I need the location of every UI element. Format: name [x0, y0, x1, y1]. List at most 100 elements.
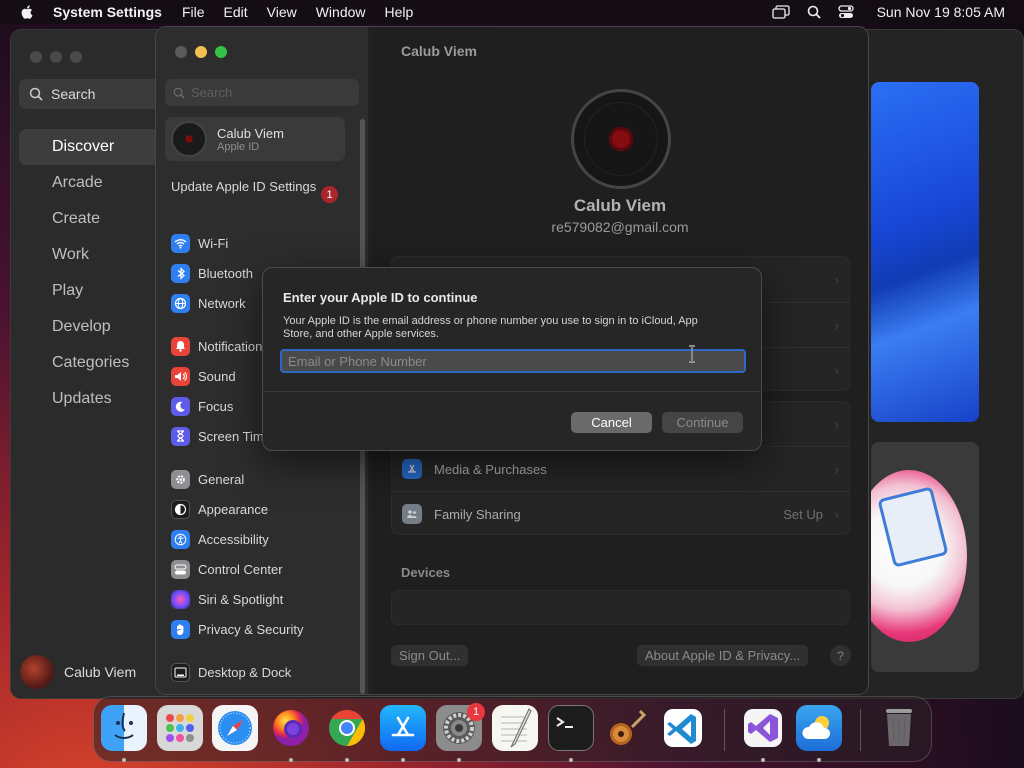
- safari-icon: [218, 711, 252, 745]
- window-controls: [175, 46, 227, 58]
- sidebar-item-notifications[interactable]: Notifications: [171, 335, 269, 357]
- dock-trash[interactable]: [876, 705, 922, 751]
- sidebar-item-control-center[interactable]: Control Center: [171, 558, 283, 580]
- menu-bar-clock[interactable]: Sun Nov 19 8:05 AM: [877, 4, 1005, 20]
- menu-window[interactable]: Window: [316, 4, 366, 20]
- sidebar-item-wifi[interactable]: Wi-Fi: [171, 232, 228, 254]
- siri-icon: [171, 589, 190, 609]
- minimize-button[interactable]: [50, 51, 62, 63]
- screen-mirroring-icon[interactable]: [771, 5, 790, 19]
- dock-textedit[interactable]: [492, 705, 538, 751]
- trash-icon: [886, 709, 912, 746]
- app-store-account[interactable]: Calub Viem: [20, 655, 136, 689]
- menu-view[interactable]: View: [267, 4, 297, 20]
- running-indicator: [122, 758, 126, 762]
- sidebar-item-label: Focus: [198, 398, 234, 414]
- sidebar-item-label: Siri & Spotlight: [198, 591, 284, 607]
- dock-launchpad[interactable]: [157, 705, 203, 751]
- dock-firefox[interactable]: [268, 705, 314, 751]
- menu-edit[interactable]: Edit: [224, 4, 248, 20]
- chrome-icon: [329, 710, 366, 746]
- nav-updates[interactable]: Updates: [19, 381, 169, 417]
- sidebar-item-appearance[interactable]: Appearance: [171, 498, 268, 520]
- dock-instruments[interactable]: [604, 705, 650, 751]
- account-name: Calub Viem: [217, 125, 284, 141]
- sidebar-item-screen-time[interactable]: Screen Time: [171, 425, 271, 447]
- running-indicator: [401, 758, 405, 762]
- nav-categories[interactable]: Categories: [19, 345, 169, 381]
- apple-logo-icon[interactable]: [19, 4, 35, 20]
- sidebar-item-label: Accessibility: [198, 531, 269, 547]
- notification-badge: 1: [467, 703, 485, 721]
- close-button[interactable]: [175, 46, 187, 58]
- dock-terminal[interactable]: [548, 705, 594, 751]
- sidebar-item-desktop-dock[interactable]: Desktop & Dock: [171, 661, 291, 683]
- sidebar-item-sound[interactable]: Sound: [171, 365, 236, 387]
- wifi-icon: [171, 233, 190, 253]
- nav-discover[interactable]: Discover: [19, 129, 169, 165]
- nav-create[interactable]: Create: [19, 201, 169, 237]
- sidebar-item-label: Screen Time: [198, 428, 271, 444]
- featured-artwork-card[interactable]: [871, 82, 979, 422]
- zoom-button[interactable]: [70, 51, 82, 63]
- sidebar-item-bluetooth[interactable]: Bluetooth: [171, 262, 253, 284]
- spotlight-search-icon[interactable]: [807, 5, 821, 19]
- dock-vs-code[interactable]: [660, 705, 706, 751]
- sidebar-item-general[interactable]: General: [171, 468, 244, 490]
- sidebar-item-label: Bluetooth: [198, 265, 253, 281]
- launchpad-icon: [166, 714, 194, 742]
- sidebar-item-label: Wi-Fi: [198, 235, 229, 251]
- settings-search-field[interactable]: Search: [165, 79, 359, 106]
- control-center-icon[interactable]: [837, 5, 854, 19]
- sidebar-item-label: Control Center: [198, 561, 283, 577]
- avatar: [171, 121, 207, 157]
- running-indicator: [345, 758, 349, 762]
- running-indicator: [569, 758, 573, 762]
- menu-file[interactable]: File: [182, 4, 205, 20]
- continue-button[interactable]: Continue: [662, 412, 743, 433]
- featured-app-card[interactable]: [871, 442, 979, 672]
- avatar: [20, 655, 54, 689]
- nav-arcade[interactable]: Arcade: [19, 165, 169, 201]
- active-app-menu[interactable]: System Settings: [53, 4, 162, 20]
- zoom-button[interactable]: [215, 46, 227, 58]
- nav-work[interactable]: Work: [19, 237, 169, 273]
- dock-icon: [171, 662, 190, 682]
- email-or-phone-field[interactable]: [280, 349, 746, 373]
- dock-weather[interactable]: [796, 705, 842, 751]
- cancel-button[interactable]: Cancel: [571, 412, 652, 433]
- app-store-search-field[interactable]: Search: [19, 79, 169, 109]
- dialog-title: Enter your Apple ID to continue: [283, 290, 478, 305]
- sidebar-item-label: General: [198, 471, 245, 487]
- running-indicator: [289, 758, 293, 762]
- bluetooth-icon: [171, 263, 190, 283]
- search-icon: [29, 87, 43, 101]
- vscode-icon: [664, 709, 702, 747]
- sidebar-item-privacy-security[interactable]: Privacy & Security: [171, 618, 303, 640]
- account-subtitle: Apple ID: [217, 140, 260, 153]
- dock-divider: [860, 709, 861, 751]
- sidebar-item-focus[interactable]: Focus: [171, 395, 233, 417]
- dock: 1: [93, 696, 932, 762]
- running-indicator: [817, 758, 821, 762]
- dock-app-store[interactable]: [380, 705, 426, 751]
- sidebar-item-accessibility[interactable]: Accessibility: [171, 528, 269, 550]
- search-placeholder: Search: [191, 85, 233, 100]
- menu-help[interactable]: Help: [385, 4, 414, 20]
- nav-develop[interactable]: Develop: [19, 309, 169, 345]
- sidebar-item-network[interactable]: Network: [171, 292, 246, 314]
- sidebar-item-siri-spotlight[interactable]: Siri & Spotlight: [171, 588, 283, 610]
- hourglass-icon: [171, 426, 190, 446]
- visual-studio-icon: [744, 709, 782, 747]
- nav-play[interactable]: Play: [19, 273, 169, 309]
- sidebar-item-label: Network: [198, 295, 246, 311]
- dock-safari[interactable]: [212, 705, 258, 751]
- close-button[interactable]: [30, 51, 42, 63]
- dock-visual-studio[interactable]: [740, 705, 786, 751]
- minimize-button[interactable]: [195, 46, 207, 58]
- dock-chrome[interactable]: [324, 705, 370, 751]
- sidebar-item-update-apple-id[interactable]: Update Apple ID Settings: [171, 179, 341, 195]
- gear-icon: [171, 469, 190, 489]
- sidebar-item-apple-id[interactable]: Calub Viem Apple ID: [165, 117, 345, 161]
- dock-finder[interactable]: [101, 705, 147, 751]
